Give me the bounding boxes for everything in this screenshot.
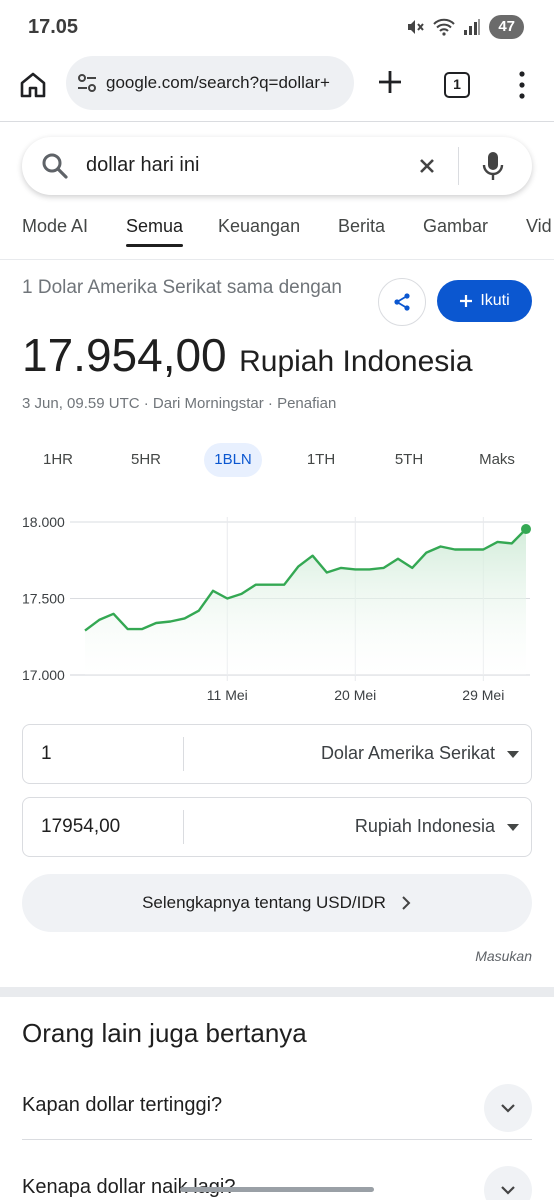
range-1bln[interactable]: 1BLN [204,443,262,477]
feedback-link[interactable]: Masukan [475,948,532,964]
share-button[interactable] [378,278,426,326]
section-separator [0,987,554,997]
paa-question[interactable]: Kenapa dollar naik lagi? [22,1156,532,1200]
conversion-subtitle: 1 Dolar Amerika Serikat sama dengan [22,277,342,298]
from-currency-select[interactable]: Dolar Amerika Serikat [321,743,495,764]
converter-divider [183,737,184,771]
clear-icon[interactable] [414,153,440,179]
range-1th[interactable]: 1TH [292,443,350,477]
x-tick-label: 29 Mei [462,687,504,703]
expand-button[interactable] [484,1084,532,1132]
site-settings-icon[interactable] [76,72,98,94]
microphone-icon[interactable] [480,150,506,182]
paa-question-text[interactable]: Kapan dollar tertinggi? [22,1094,222,1117]
search-icon [42,153,68,179]
address-bar[interactable]: google.com/search?q=dollar+ [66,56,354,110]
people-also-ask-title: Orang lain juga bertanya [22,1018,307,1048]
conversion-result: 17.954,00 Rupiah Indonesia [22,328,473,382]
time-range-selector: 1HR 5HR 1BLN 1TH 5TH Maks [22,443,532,479]
chevron-down-icon [501,1104,515,1113]
from-currency-row: 1 Dolar Amerika Serikat [22,724,532,784]
from-amount-input[interactable]: 1 [41,743,52,765]
wifi-icon [433,18,456,36]
latest-point [521,524,531,535]
to-currency-row: 17954,00 Rupiah Indonesia [22,797,532,857]
follow-label: Ikuti [480,292,510,309]
dropdown-caret-icon[interactable] [507,824,519,831]
more-about-button[interactable]: Selengkapnya tentang USD/IDR [22,874,532,932]
expand-button[interactable] [484,1166,532,1200]
follow-button[interactable]: Ikuti [437,280,532,322]
more-about-label: Selengkapnya tentang USD/IDR [142,893,386,912]
series-area [85,529,526,675]
tabs-divider [0,259,554,260]
more-menu-icon[interactable] [512,68,532,102]
home-icon[interactable] [18,70,48,100]
dropdown-caret-icon[interactable] [507,751,519,758]
status-bar: 17.05 47 [0,0,554,56]
plus-icon [460,295,473,307]
toolbar-divider [0,121,554,122]
tab-semua[interactable]: Semua [126,216,184,247]
y-tick-label: 17.000 [22,667,65,683]
signal-icon [464,19,481,35]
y-tick-label: 17.500 [22,591,65,607]
gesture-nav-bar[interactable] [180,1187,374,1192]
search-category-tabs: Mode AI Semua Keuangan Berita Gambar Vid [22,206,554,250]
share-icon [394,293,410,311]
search-divider [458,147,459,185]
range-5th[interactable]: 5TH [380,443,438,477]
search-input[interactable]: dollar hari ini [86,154,199,177]
tab-keuangan[interactable]: Keuangan [218,216,300,237]
tab-video[interactable]: Vid [526,216,552,237]
y-tick-label: 18.000 [22,514,65,530]
mute-icon [408,20,425,34]
source-meta: 3 Jun, 09.59 UTC · Dari Morningstar · Pe… [22,395,337,412]
chevron-down-icon [501,1186,515,1195]
to-currency-select[interactable]: Rupiah Indonesia [355,816,495,837]
new-tab-icon[interactable] [372,64,408,100]
paa-question[interactable]: Kapan dollar tertinggi? [22,1074,532,1140]
range-maks[interactable]: Maks [468,443,526,477]
chevron-right-icon [402,896,411,910]
exchange-rate-chart[interactable]: 18.000 17.500 17.000 11 Mei 20 Mei 29 Mei [0,500,554,710]
tab-berita[interactable]: Berita [338,216,385,237]
converter-divider [183,810,184,844]
x-tick-label: 20 Mei [334,687,376,703]
x-tick-label: 11 Mei [207,687,248,703]
to-amount-input[interactable]: 17954,00 [41,816,120,838]
browser-toolbar: google.com/search?q=dollar+ 1 [0,56,554,122]
url-text[interactable]: google.com/search?q=dollar+ [106,73,330,93]
status-icons: 47 [405,15,524,39]
result-unit: Rupiah Indonesia [239,345,473,378]
tab-gambar[interactable]: Gambar [423,216,488,237]
range-1hr[interactable]: 1HR [30,443,86,477]
status-time: 17.05 [28,16,79,38]
result-value: 17.954,00 [22,329,227,381]
tab-mode-ai[interactable]: Mode AI [22,216,88,237]
battery-indicator: 47 [489,15,524,39]
tab-switcher-button[interactable]: 1 [444,72,470,98]
search-box[interactable]: dollar hari ini [22,137,532,195]
range-5hr[interactable]: 5HR [116,443,176,477]
